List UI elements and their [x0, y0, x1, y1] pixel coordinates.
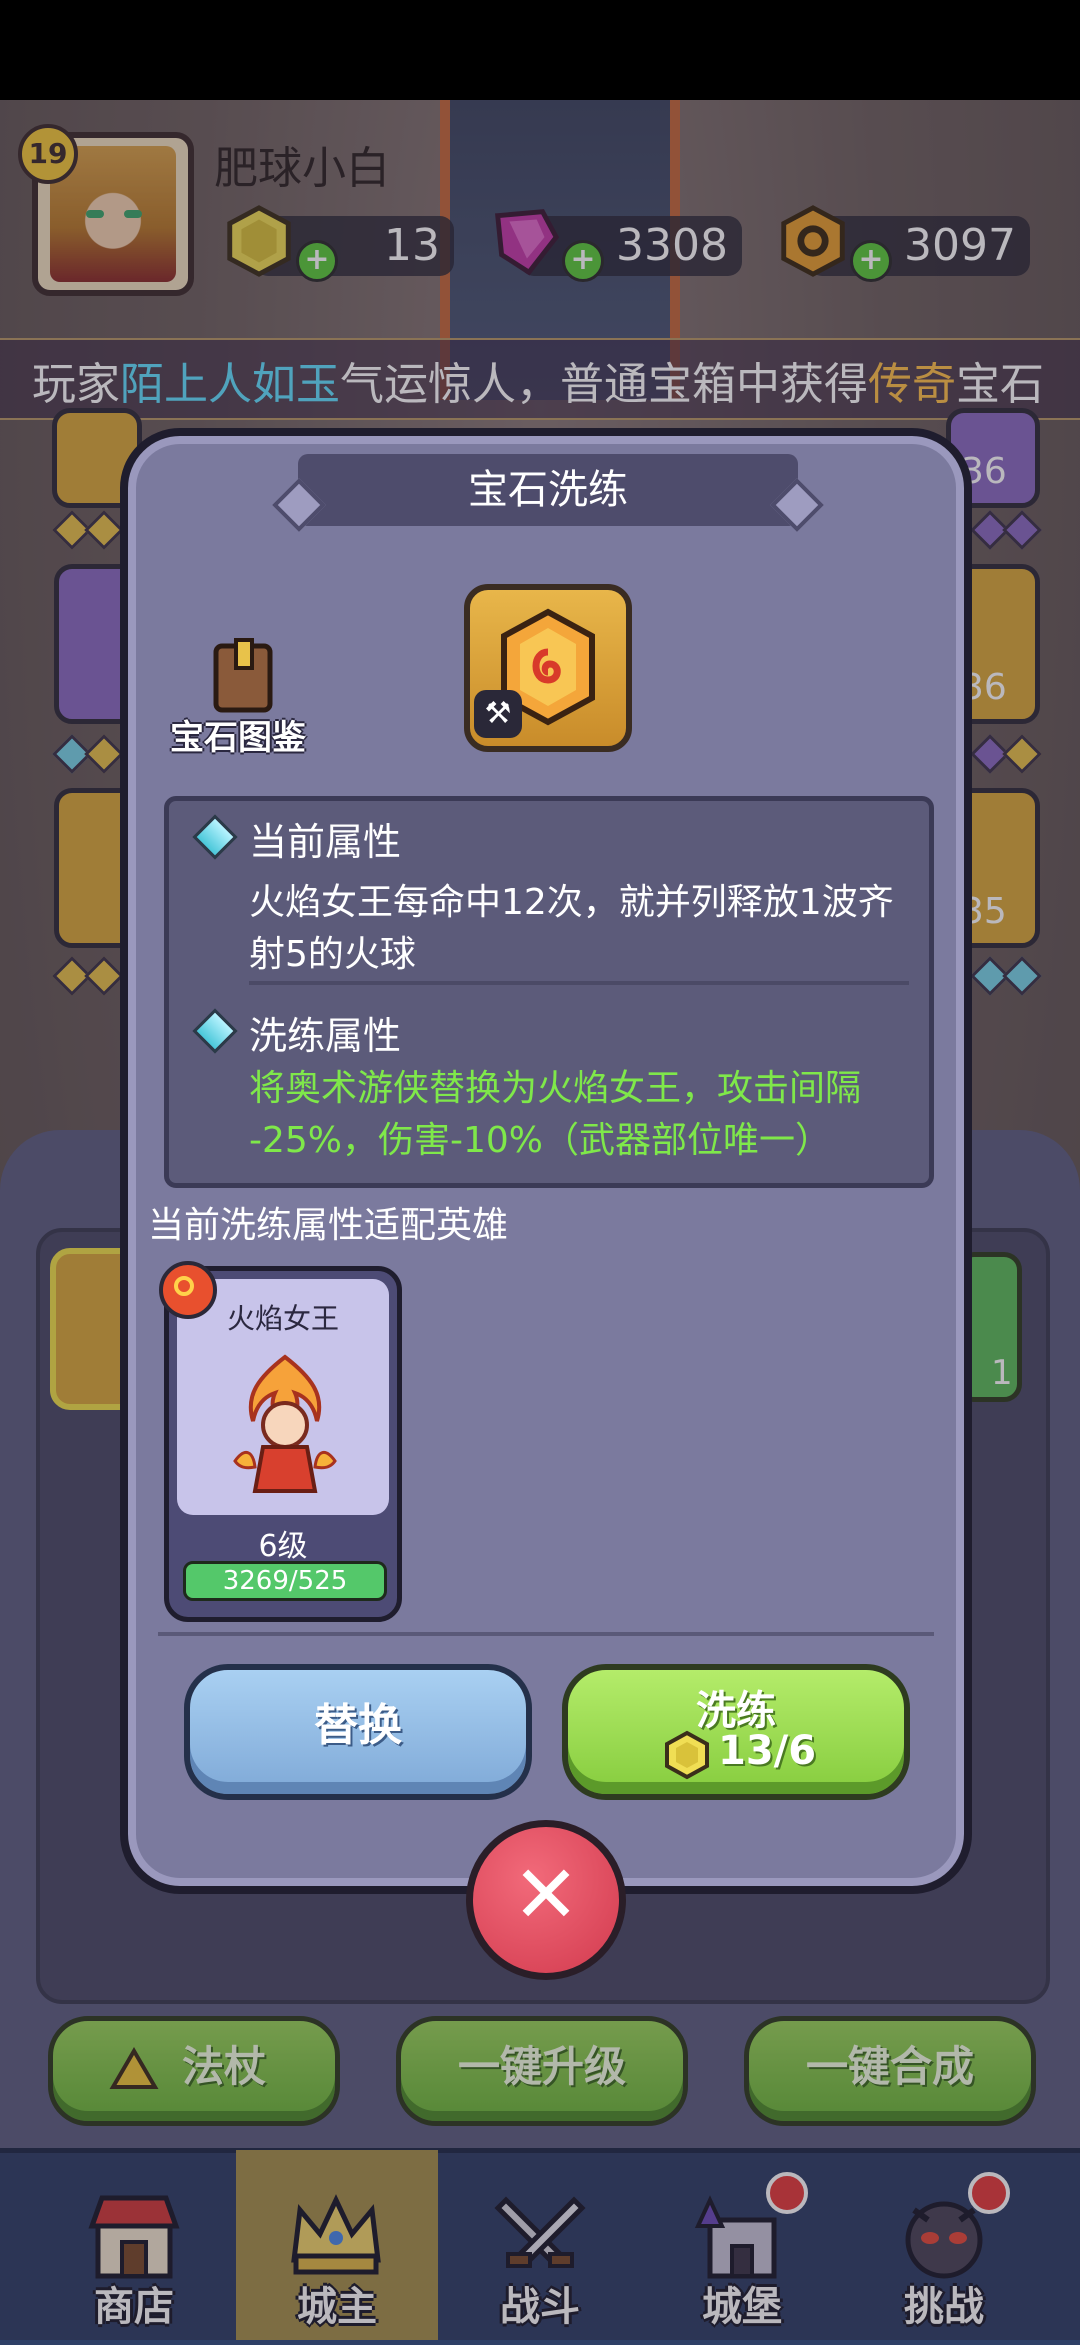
close-icon: ✕ — [512, 1848, 580, 1941]
fire-queen-portrait — [233, 1354, 337, 1493]
dialog-divider — [158, 1632, 934, 1636]
current-attr-line-1: 火焰女王每命中12次，就并列释放1波齐 — [249, 882, 894, 923]
refine-attr-heading: 洗练属性 — [249, 1014, 402, 1058]
gold-gem-icon — [665, 1730, 709, 1780]
diamond-bullet-icon — [192, 1008, 238, 1054]
dialog-title: 宝石洗练 — [468, 467, 628, 513]
refine-attr-line-1: 将奥术游侠替换为火焰女王，攻击间隔 — [249, 1068, 862, 1109]
diamond-bullet-icon — [192, 814, 238, 860]
hero-card[interactable]: 火焰女王 6级 3269/525 — [159, 1261, 402, 1622]
attr-divider — [249, 981, 909, 985]
replace-label: 替换 — [314, 1700, 402, 1751]
hero-exp-bar: 3269/525 — [183, 1561, 387, 1601]
replace-button[interactable]: 替换 — [184, 1664, 532, 1800]
compatible-heroes-caption: 当前洗练属性适配英雄 — [148, 1205, 509, 1246]
attribute-panel: 当前属性 火焰女王每命中12次，就并列释放1波齐 射5的火球 洗练属性 将奥术游… — [164, 796, 934, 1188]
hero-portrait-frame: 火焰女王 — [177, 1279, 389, 1515]
hero-class-badge-icon — [159, 1261, 217, 1319]
current-attr-line-2: 射5的火球 — [249, 934, 416, 975]
status-bar — [0, 0, 1080, 100]
hero-level: 6级 — [258, 1529, 308, 1564]
current-attr-heading: 当前属性 — [249, 820, 402, 864]
book-icon[interactable] — [208, 636, 278, 716]
close-button[interactable]: ✕ — [466, 1820, 626, 1980]
refine-button[interactable]: 洗练 13/6 — [562, 1664, 910, 1800]
dialog-title-bar: 宝石洗练 — [272, 454, 824, 532]
refine-tool-icon: ⚒ — [474, 690, 522, 738]
hero-exp-text: 3269/525 — [222, 1566, 348, 1596]
gem-atlas-label[interactable]: 宝石图鉴 — [170, 710, 306, 759]
refine-attr-line-2: -25%，伤害-10%（武器部位唯一） — [249, 1120, 832, 1161]
refine-cost: 13/6 — [718, 1728, 817, 1774]
gem-slot[interactable]: ⚒ — [464, 584, 632, 752]
gem-refine-dialog: 宝石洗练 宝石图鉴 ⚒ 当前属性 火焰女王每命中12次，就并列释放1波齐 射5的… — [120, 428, 972, 1894]
